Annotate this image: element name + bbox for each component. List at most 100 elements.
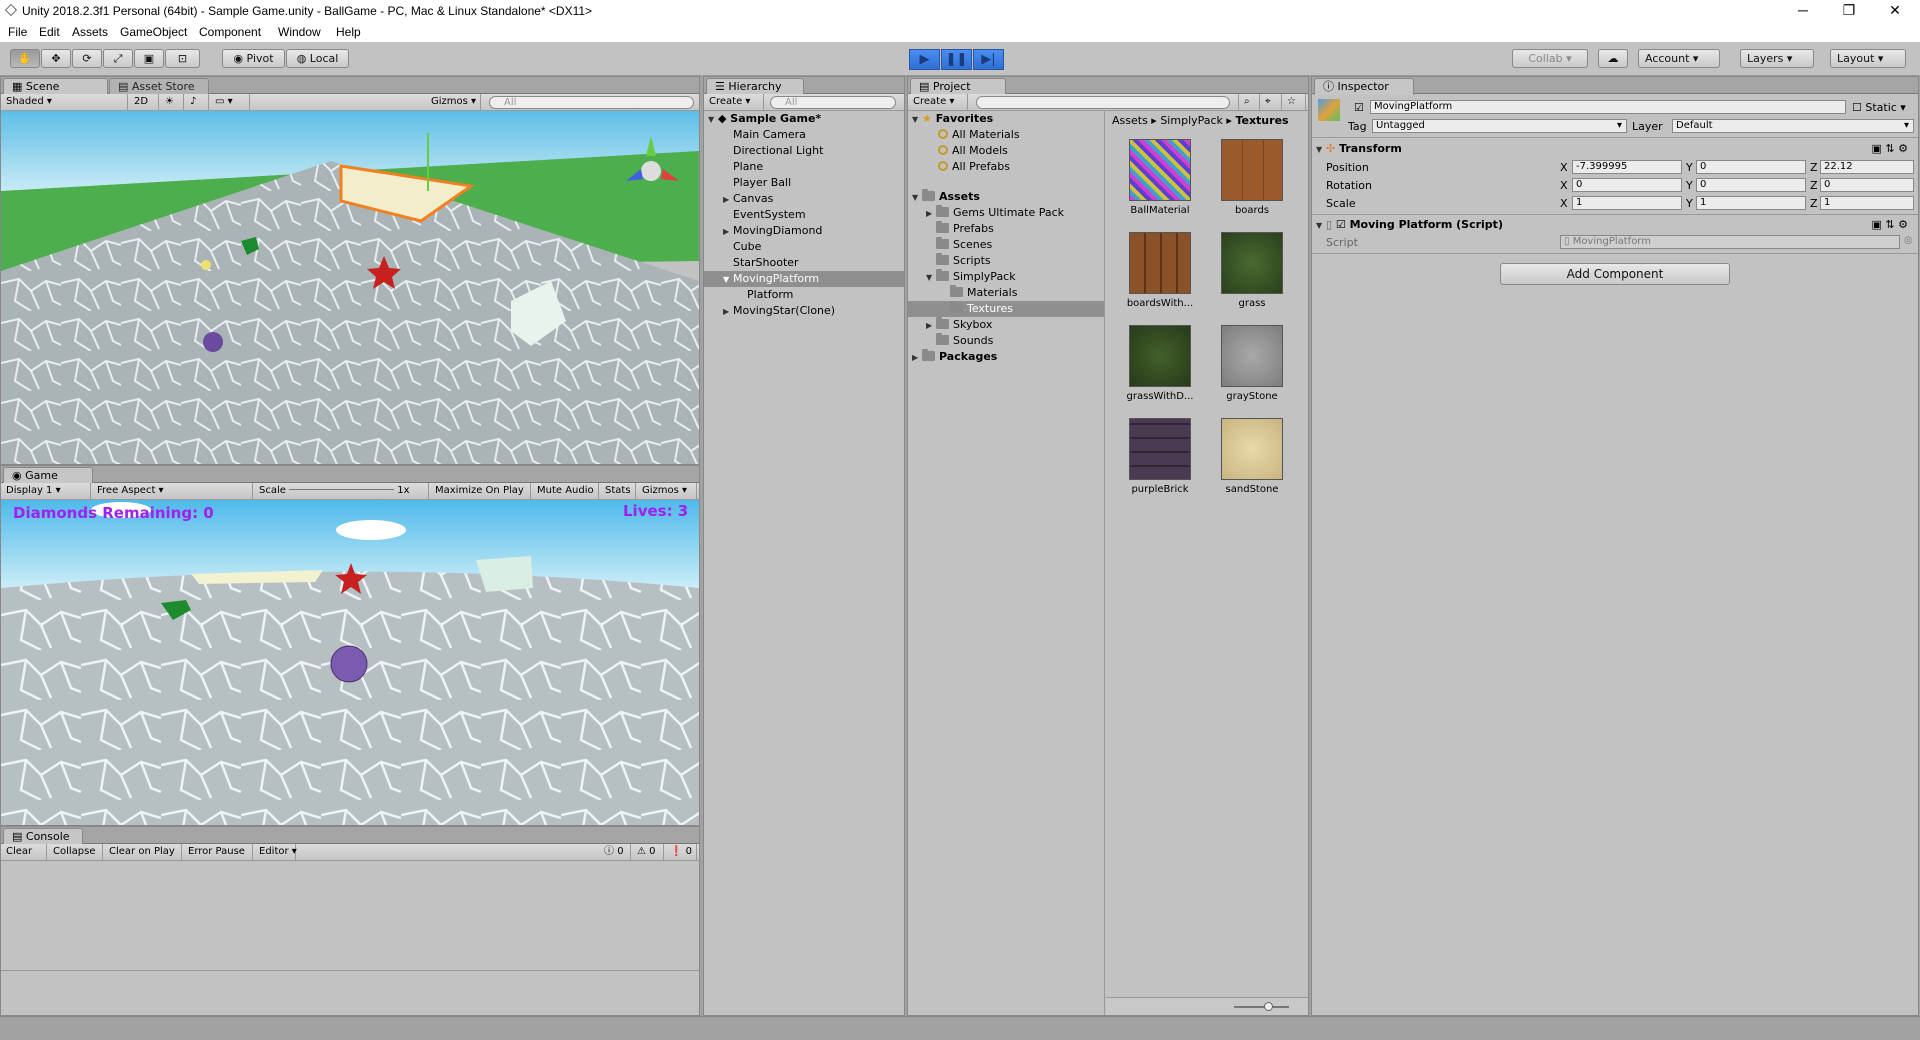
tab-hierarchy[interactable]: ☰ Hierarchy xyxy=(706,78,804,95)
component-settings-gear-icon[interactable]: ▣ ⇅ ⚙ xyxy=(1872,140,1908,157)
object-name-field[interactable]: MovingPlatform xyxy=(1370,100,1846,114)
menu-file[interactable]: File xyxy=(8,25,27,39)
filter-by-type-icon[interactable]: ⌕ xyxy=(1238,94,1260,110)
add-component-button[interactable]: Add Component xyxy=(1500,263,1730,285)
texture-thumbnail[interactable] xyxy=(1129,325,1191,387)
folder-item[interactable]: ▶ Skybox xyxy=(908,317,1104,333)
local-toggle[interactable]: ◍ Local xyxy=(286,49,349,68)
project-search-input[interactable] xyxy=(976,96,1230,109)
texture-thumbnail[interactable] xyxy=(1129,232,1191,294)
minimize-button[interactable]: ─ xyxy=(1780,0,1826,22)
scale-z-field[interactable]: 1 xyxy=(1820,196,1914,210)
console-warning-toggle[interactable]: ⚠ 0 xyxy=(632,844,664,860)
favorite-item[interactable]: All Models xyxy=(908,143,1104,159)
project-create-dropdown[interactable]: Create ▾ xyxy=(908,94,968,110)
console-clear-on-play-toggle[interactable]: Clear on Play xyxy=(104,844,182,860)
texture-thumbnail[interactable] xyxy=(1221,325,1283,387)
hierarchy-item[interactable]: Player Ball xyxy=(704,175,904,191)
scene-search-input[interactable]: All xyxy=(489,96,694,109)
step-button[interactable]: ▶| xyxy=(973,49,1004,70)
favorite-item[interactable]: All Prefabs xyxy=(908,159,1104,175)
scale-x-field[interactable]: 1 xyxy=(1572,196,1682,210)
lighting-toggle-icon[interactable]: ☀ xyxy=(160,94,184,110)
restore-button[interactable]: ❐ xyxy=(1826,0,1872,22)
tab-scene[interactable]: ▦ Scene xyxy=(3,78,108,95)
console-clear-button[interactable]: Clear xyxy=(1,844,47,860)
rotation-z-field[interactable]: 0 xyxy=(1820,178,1914,192)
hierarchy-item-selected[interactable]: ▼ MovingPlatform xyxy=(704,271,904,287)
stats-toggle[interactable]: Stats xyxy=(600,483,636,499)
scene-viewport[interactable] xyxy=(1,111,699,464)
folder-item[interactable]: ▼ SimplyPack xyxy=(908,269,1104,285)
layout-dropdown[interactable]: Layout ▾ xyxy=(1830,49,1906,68)
hand-tool-icon[interactable]: ✋ xyxy=(10,49,40,68)
shading-dropdown[interactable]: Shaded ▾ xyxy=(1,94,128,110)
hierarchy-search-input[interactable]: All xyxy=(770,96,896,109)
texture-thumbnail[interactable] xyxy=(1221,418,1283,480)
folder-item-selected[interactable]: Textures xyxy=(908,301,1104,317)
audio-toggle-icon[interactable]: ♪ xyxy=(185,94,209,110)
tab-game[interactable]: ◉ Game xyxy=(3,467,93,484)
menu-component[interactable]: Component xyxy=(199,25,261,39)
folder-item[interactable]: Scripts xyxy=(908,253,1104,269)
assets-root[interactable]: ▼ Assets xyxy=(908,189,1104,205)
console-collapse-toggle[interactable]: Collapse xyxy=(48,844,103,860)
hierarchy-item[interactable]: ▶ MovingDiamond xyxy=(704,223,904,239)
component-settings-gear-icon[interactable]: ▣ ⇅ ⚙ xyxy=(1872,216,1908,233)
rotation-x-field[interactable]: 0 xyxy=(1572,178,1682,192)
hierarchy-item[interactable]: ▶ MovingStar(Clone) xyxy=(704,303,904,319)
favorite-star-icon[interactable]: ☆ xyxy=(1282,94,1306,110)
scale-y-field[interactable]: 1 xyxy=(1696,196,1806,210)
position-y-field[interactable]: 0 xyxy=(1696,160,1806,174)
hierarchy-item[interactable]: EventSystem xyxy=(704,207,904,223)
scale-slider[interactable]: Scale 1x xyxy=(254,483,429,499)
collab-button[interactable]: Collab ▾ xyxy=(1512,49,1588,68)
move-tool-icon[interactable]: ✥ xyxy=(41,49,71,68)
tab-console[interactable]: ▤ Console xyxy=(3,828,83,845)
account-dropdown[interactable]: Account ▾ xyxy=(1638,49,1720,68)
scene-player-ball[interactable] xyxy=(203,332,223,352)
script-component-header[interactable]: ▼ ▯ ☑ Moving Platform (Script) ▣ ⇅ ⚙ xyxy=(1316,216,1918,234)
hierarchy-item[interactable]: Main Camera xyxy=(704,127,904,143)
static-checkbox[interactable]: ☐ Static ▾ xyxy=(1852,101,1906,114)
play-button[interactable]: ▶ xyxy=(909,49,940,70)
hierarchy-scene-root[interactable]: ▼ ◆ Sample Game* xyxy=(704,111,904,127)
cloud-icon[interactable]: ☁ xyxy=(1598,49,1628,68)
hierarchy-create-dropdown[interactable]: Create ▾ xyxy=(704,94,764,110)
hierarchy-item[interactable]: Directional Light xyxy=(704,143,904,159)
console-error-pause-toggle[interactable]: Error Pause xyxy=(183,844,253,860)
texture-thumbnail[interactable] xyxy=(1129,139,1191,201)
menu-assets[interactable]: Assets xyxy=(72,25,108,39)
breadcrumb-item[interactable]: SimplyPack xyxy=(1160,114,1223,127)
hierarchy-item[interactable]: ▶ Canvas xyxy=(704,191,904,207)
mute-audio-toggle[interactable]: Mute Audio xyxy=(532,483,599,499)
hierarchy-item[interactable]: Platform xyxy=(704,287,904,303)
script-reference-field[interactable]: ▯ MovingPlatform xyxy=(1560,235,1900,249)
console-editor-dropdown[interactable]: Editor ▾ xyxy=(254,844,297,860)
packages-root[interactable]: ▶ Packages xyxy=(908,349,1104,365)
console-info-toggle[interactable]: ⓘ 0 xyxy=(599,844,631,860)
rotation-y-field[interactable]: 0 xyxy=(1696,178,1806,192)
thumbnail-size-slider[interactable] xyxy=(1234,1006,1289,1008)
menu-window[interactable]: Window xyxy=(278,25,321,39)
maximize-on-play-toggle[interactable]: Maximize On Play xyxy=(430,483,531,499)
layers-dropdown[interactable]: Layers ▾ xyxy=(1740,49,1814,68)
position-z-field[interactable]: 22.12 xyxy=(1820,160,1914,174)
menu-edit[interactable]: Edit xyxy=(39,25,60,39)
tab-inspector[interactable]: ⓘ Inspector xyxy=(1314,78,1414,95)
position-x-field[interactable]: -7.399995 xyxy=(1572,160,1682,174)
hierarchy-item[interactable]: Cube xyxy=(704,239,904,255)
tab-project[interactable]: ▤ Project xyxy=(910,78,1006,95)
pivot-toggle[interactable]: ◉ Pivot xyxy=(222,49,285,68)
transform-tool-icon[interactable]: ⊡ xyxy=(165,49,200,68)
texture-thumbnail[interactable] xyxy=(1129,418,1191,480)
scene-gizmos-dropdown[interactable]: Gizmos ▾ xyxy=(426,94,481,110)
folder-item[interactable]: Prefabs xyxy=(908,221,1104,237)
texture-thumbnail[interactable] xyxy=(1221,232,1283,294)
favorite-item[interactable]: All Materials xyxy=(908,127,1104,143)
breadcrumb-item[interactable]: Textures xyxy=(1235,114,1288,127)
game-gizmos-dropdown[interactable]: Gizmos ▾ xyxy=(637,483,697,499)
folder-item[interactable]: ▶ Gems Ultimate Pack xyxy=(908,205,1104,221)
aspect-dropdown[interactable]: Free Aspect ▾ xyxy=(92,483,253,499)
breadcrumb-item[interactable]: Assets xyxy=(1112,114,1148,127)
